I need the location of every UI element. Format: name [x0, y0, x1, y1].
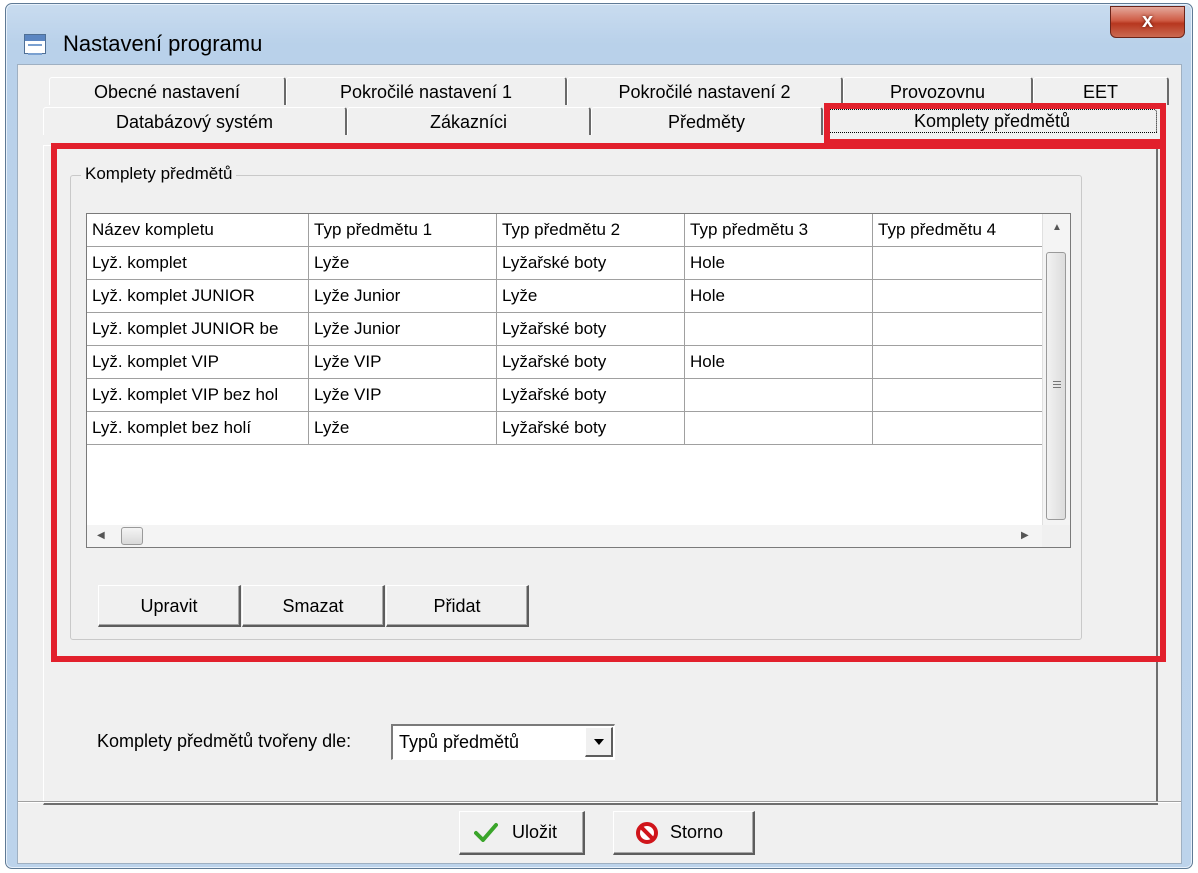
table-cell[interactable]: Lyže VIP	[309, 379, 497, 412]
table-cell[interactable]: Lyže	[497, 280, 685, 313]
tab-databazovy-system[interactable]: Databázový systém	[43, 107, 347, 135]
save-button[interactable]: Uložit	[459, 811, 585, 855]
footer-divider	[18, 801, 1181, 803]
table-cell[interactable]: Lyžařské boty	[497, 313, 685, 346]
table-cell[interactable]	[873, 280, 1043, 313]
table-row[interactable]: Lyž. komplet JUNIOR be Lyže Junior Lyžařsk…	[87, 313, 1043, 346]
table-row[interactable]: Lyž. komplet VIP Lyže VIP Lyžařské boty Hol…	[87, 346, 1043, 379]
stop-icon	[636, 822, 658, 844]
app-icon	[24, 34, 46, 55]
table-cell[interactable]	[685, 412, 873, 445]
tab-pokrocile-nastaveni-2[interactable]: Pokročilé nastavení 2	[567, 77, 843, 105]
scroll-left-icon[interactable]: ◀	[97, 530, 105, 541]
vertical-scroll-thumb[interactable]	[1046, 252, 1066, 520]
mode-select-value: Typů předmětů	[399, 732, 520, 752]
table-cell[interactable]: Lyžařské boty	[497, 379, 685, 412]
vertical-scrollbar[interactable]: ▲	[1042, 214, 1070, 528]
client-area: Obecné nastavení Pokročilé nastavení 1 P…	[17, 64, 1182, 864]
table-row[interactable]: Lyž. komplet JUNIOR Lyže Junior Lyže Hole	[87, 280, 1043, 313]
add-button[interactable]: Přidat	[386, 585, 529, 627]
column-header[interactable]: Typ předmětu 4	[873, 214, 1043, 247]
cancel-button[interactable]: Storno	[613, 811, 755, 855]
table-cell[interactable]: Lyže Junior	[309, 280, 497, 313]
column-header[interactable]: Název kompletu	[87, 214, 309, 247]
horizontal-scroll-thumb[interactable]	[121, 527, 143, 545]
save-button-label: Uložit	[512, 822, 558, 842]
tab-komplety-predmetu[interactable]: Komplety předmětů	[827, 109, 1157, 133]
table-row[interactable]: Lyž. komplet VIP bez hol Lyže VIP Lyžařské…	[87, 379, 1043, 412]
table-cell[interactable]	[873, 346, 1043, 379]
table-cell[interactable]: Lyžařské boty	[497, 412, 685, 445]
table-cell[interactable]: Lyž. komplet JUNIOR be	[87, 313, 309, 346]
table-cell[interactable]: Lyže VIP	[309, 346, 497, 379]
komplety-grid[interactable]: Název kompletu Typ předmětu 1 Typ předmě…	[86, 213, 1071, 548]
tab-row-front: Databázový systém Zákazníci Předměty Kom…	[43, 107, 1161, 135]
table-cell[interactable]: Hole	[685, 280, 873, 313]
checkmark-icon	[474, 823, 498, 842]
tab-row-back: Obecné nastavení Pokročilé nastavení 1 P…	[49, 77, 1169, 105]
table-cell[interactable]	[873, 379, 1043, 412]
table-row[interactable]: Lyž. komplet Lyže Lyžařské boty Hole	[87, 247, 1043, 280]
tab-eet[interactable]: EET	[1033, 77, 1169, 105]
table-cell[interactable]: Hole	[685, 247, 873, 280]
table-cell[interactable]	[685, 379, 873, 412]
table-cell[interactable]	[873, 412, 1043, 445]
table-row[interactable]: Lyž. komplet bez holí Lyže Lyžařské boty	[87, 412, 1043, 445]
mode-select[interactable]: Typů předmětů	[391, 724, 615, 760]
cancel-button-label: Storno	[670, 822, 724, 842]
tab-pokrocile-nastaveni-1[interactable]: Pokročilé nastavení 1	[286, 77, 567, 105]
table-cell[interactable]: Lyže	[309, 247, 497, 280]
column-header[interactable]: Typ předmětu 1	[309, 214, 497, 247]
mode-label: Komplety předmětů tvořeny dle:	[97, 731, 352, 751]
delete-button[interactable]: Smazat	[242, 585, 385, 627]
table-cell[interactable]: Lyžařské boty	[497, 346, 685, 379]
table-cell[interactable]: Hole	[685, 346, 873, 379]
grid-header-row: Název kompletu Typ předmětu 1 Typ předmě…	[87, 214, 1043, 247]
close-button[interactable]: x	[1110, 6, 1185, 38]
table-cell[interactable]: Lyž. komplet	[87, 247, 309, 280]
tab-obecne-nastaveni[interactable]: Obecné nastavení	[49, 77, 286, 105]
table-cell[interactable]: Lyž. komplet VIP	[87, 346, 309, 379]
table-cell[interactable]: Lyže Junior	[309, 313, 497, 346]
table-cell[interactable]: Lyž. komplet bez holí	[87, 412, 309, 445]
tab-provozovnu[interactable]: Provozovnu	[843, 77, 1033, 105]
horizontal-scrollbar[interactable]: ◀ ▶	[87, 525, 1043, 547]
column-header[interactable]: Typ předmětu 2	[497, 214, 685, 247]
chevron-down-icon[interactable]	[585, 727, 613, 757]
table-cell[interactable]: Lyžařské boty	[497, 247, 685, 280]
table-cell[interactable]	[873, 247, 1043, 280]
window-title: Nastavení programu	[63, 31, 263, 56]
table-cell[interactable]: Lyž. komplet VIP bez hol	[87, 379, 309, 412]
scroll-up-icon[interactable]: ▲	[1052, 222, 1062, 233]
groupbox-title: Komplety předmětů	[81, 164, 237, 184]
table-cell[interactable]	[685, 313, 873, 346]
scroll-right-icon[interactable]: ▶	[1021, 530, 1029, 541]
table-cell[interactable]: Lyže	[309, 412, 497, 445]
tab-predmety[interactable]: Předměty	[591, 107, 823, 135]
tab-zakaznici[interactable]: Zákazníci	[347, 107, 591, 135]
edit-button[interactable]: Upravit	[98, 585, 241, 627]
table-cell[interactable]	[873, 313, 1043, 346]
dialog-window: Nastavení programu x Obecné nastavení Po…	[5, 3, 1193, 869]
scroll-corner	[1042, 525, 1070, 547]
table-cell[interactable]: Lyž. komplet JUNIOR	[87, 280, 309, 313]
column-header[interactable]: Typ předmětu 3	[685, 214, 873, 247]
